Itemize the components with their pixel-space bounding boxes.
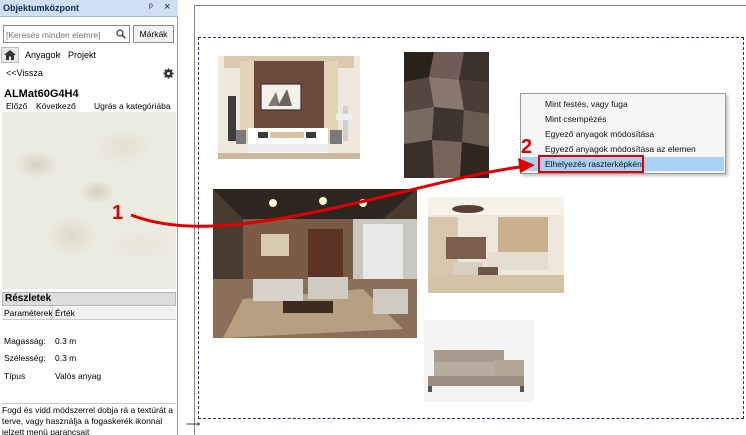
details-header: Részletek — [2, 292, 176, 306]
raster-image-stone-texture[interactable] — [404, 52, 489, 178]
column-parameters: Paraméterek — [4, 308, 53, 318]
row-value: Valós anyag — [55, 371, 102, 381]
brands-button[interactable]: Márkák — [133, 25, 174, 43]
prev-link[interactable]: Előző — [6, 101, 27, 111]
jump-to-category-link[interactable]: Ugrás a kategóriába — [94, 101, 171, 111]
breadcrumb: Anyagok › Projekt — [1, 47, 177, 63]
object-center-panel: Objektumközpont ᵖ × Márkák Anyagok › Pro… — [0, 0, 178, 435]
back-link[interactable]: <<Vissza — [6, 68, 43, 78]
application-window: Objektumközpont ᵖ × Márkák Anyagok › Pro… — [0, 0, 746, 435]
search-box[interactable] — [3, 25, 130, 43]
material-name: ALMat60G4H4 — [4, 88, 79, 100]
menu-item-modify-matching[interactable]: Egyező anyagok módosítása — [522, 127, 724, 141]
corner-arrow-icon: ⟶ — [186, 419, 201, 430]
usage-hint: Fogd és vidd módszerrel dobja rá a textú… — [2, 403, 176, 435]
panel-title: Objektumközpont — [3, 3, 79, 13]
home-icon[interactable] — [1, 47, 19, 63]
search-input[interactable] — [6, 28, 114, 41]
details-columns: Paraméterek Érték — [2, 307, 176, 320]
breadcrumb-project[interactable]: Projekt — [68, 50, 96, 60]
raster-image-bedroom[interactable] — [218, 56, 360, 159]
highlight-box — [538, 155, 644, 173]
raster-image-sofa[interactable] — [424, 320, 534, 402]
gear-icon[interactable] — [163, 68, 174, 79]
material-preview[interactable] — [2, 112, 176, 289]
row-key: Szélesség: — [4, 353, 46, 363]
row-value: 0.3 m — [55, 353, 77, 363]
menu-item-paint[interactable]: Mint festés, vagy fuga — [522, 97, 724, 111]
breadcrumb-materials[interactable]: Anyagok — [25, 50, 60, 60]
menu-item-tiling[interactable]: Mint csempézés — [522, 112, 724, 126]
row-key: Típus — [4, 371, 26, 381]
step-2-label: 2 — [521, 136, 533, 158]
panel-title-bar: Objektumközpont ᵖ × — [0, 0, 178, 17]
raster-image-lounge[interactable] — [428, 197, 564, 293]
step-1-label: 1 — [112, 202, 124, 224]
row-key: Magasság: — [4, 336, 46, 346]
search-icon[interactable] — [116, 29, 126, 39]
raster-image-living-room[interactable] — [213, 189, 417, 338]
row-value: 0.3 m — [55, 336, 77, 346]
close-icon[interactable]: × — [164, 1, 170, 13]
menu-item-modify-matching-on-element[interactable]: Egyező anyagok módosítása az elemen — [522, 142, 724, 156]
next-link[interactable]: Következő — [36, 101, 76, 111]
pin-icon[interactable]: ᵖ — [149, 2, 153, 13]
breadcrumb-separator: › — [58, 49, 61, 59]
column-value: Érték — [55, 308, 75, 318]
column-divider[interactable] — [52, 307, 53, 320]
